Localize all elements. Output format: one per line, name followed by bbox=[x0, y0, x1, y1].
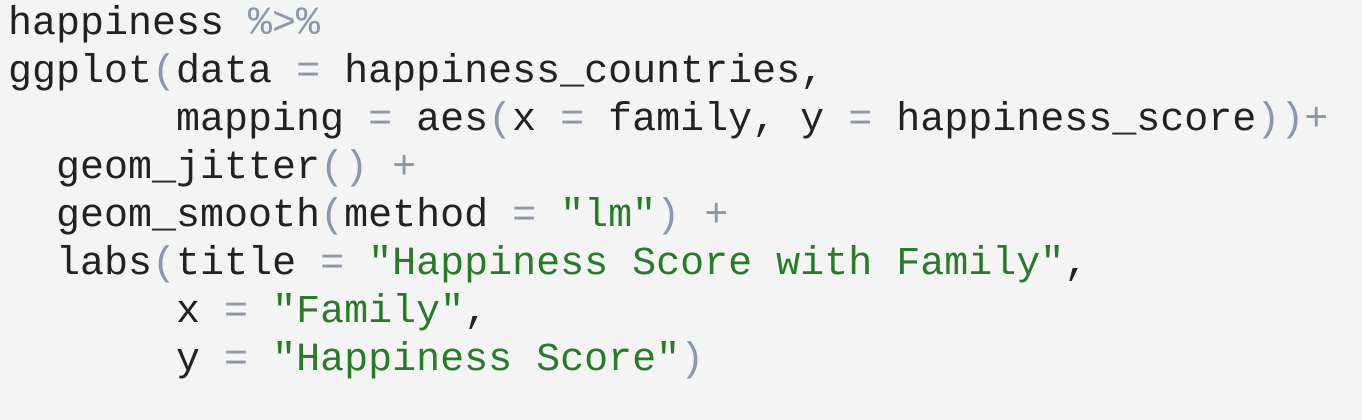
code-token: , bbox=[1064, 242, 1089, 287]
code-token: + bbox=[704, 194, 729, 239]
code-token: ( bbox=[320, 194, 345, 239]
code-line-7: x = "Family", bbox=[8, 289, 1362, 337]
code-token: x bbox=[8, 290, 225, 335]
code-token: ggplot bbox=[8, 50, 153, 95]
code-token: geom_jitter bbox=[8, 146, 321, 191]
code-token: title bbox=[176, 242, 321, 287]
code-token: geom_smooth bbox=[8, 194, 321, 239]
code-token: ( bbox=[152, 242, 177, 287]
code-line-4: geom_jitter() + bbox=[8, 145, 1362, 193]
code-token: = bbox=[512, 194, 537, 239]
code-token: = bbox=[560, 98, 585, 143]
code-token: , bbox=[464, 290, 489, 335]
code-token: = bbox=[320, 242, 345, 287]
code-block: happiness %>% ggplot(data = happiness_cou… bbox=[0, 0, 1362, 420]
code-token: = bbox=[224, 338, 249, 383]
code-line-1: happiness %>% bbox=[8, 1, 1362, 49]
code-token: = bbox=[848, 98, 873, 143]
code-token: ( bbox=[488, 98, 513, 143]
code-token: happiness_score bbox=[872, 98, 1257, 143]
code-token: ( bbox=[152, 50, 177, 95]
code-token: "Happiness Score" bbox=[272, 338, 681, 383]
code-token: + bbox=[392, 146, 417, 191]
code-line-5: geom_smooth(method = "lm") + bbox=[8, 193, 1362, 241]
code-token: = bbox=[368, 98, 393, 143]
code-token: happiness_countries, bbox=[320, 50, 825, 95]
code-token: method bbox=[344, 194, 513, 239]
code-token: ))+ bbox=[1256, 98, 1329, 143]
code-token: "Family" bbox=[272, 290, 465, 335]
code-line-2: ggplot(data = happiness_countries, bbox=[8, 49, 1362, 97]
code-token: y bbox=[8, 338, 225, 383]
code-listing: happiness %>% ggplot(data = happiness_cou… bbox=[8, 0, 1362, 385]
code-token: = bbox=[224, 290, 249, 335]
code-token: "Happiness Score with Family" bbox=[368, 242, 1065, 287]
code-token: data bbox=[176, 50, 297, 95]
code-line-6: labs(title = "Happiness Score with Famil… bbox=[8, 241, 1362, 289]
code-token: = bbox=[296, 50, 321, 95]
code-token: () bbox=[320, 146, 369, 191]
code-token: ) bbox=[680, 338, 705, 383]
code-token: "lm" bbox=[560, 194, 657, 239]
code-token: x bbox=[512, 98, 561, 143]
code-token: %>% bbox=[248, 2, 321, 47]
code-token: ) bbox=[656, 194, 681, 239]
code-token: happiness bbox=[8, 2, 249, 47]
code-line-3: mapping = aes(x = family, y = happiness_… bbox=[8, 97, 1362, 145]
code-token: mapping bbox=[8, 98, 369, 143]
code-line-8: y = "Happiness Score") bbox=[8, 337, 1362, 385]
code-token: labs bbox=[8, 242, 153, 287]
code-token: aes bbox=[392, 98, 489, 143]
code-token: family, y bbox=[584, 98, 849, 143]
